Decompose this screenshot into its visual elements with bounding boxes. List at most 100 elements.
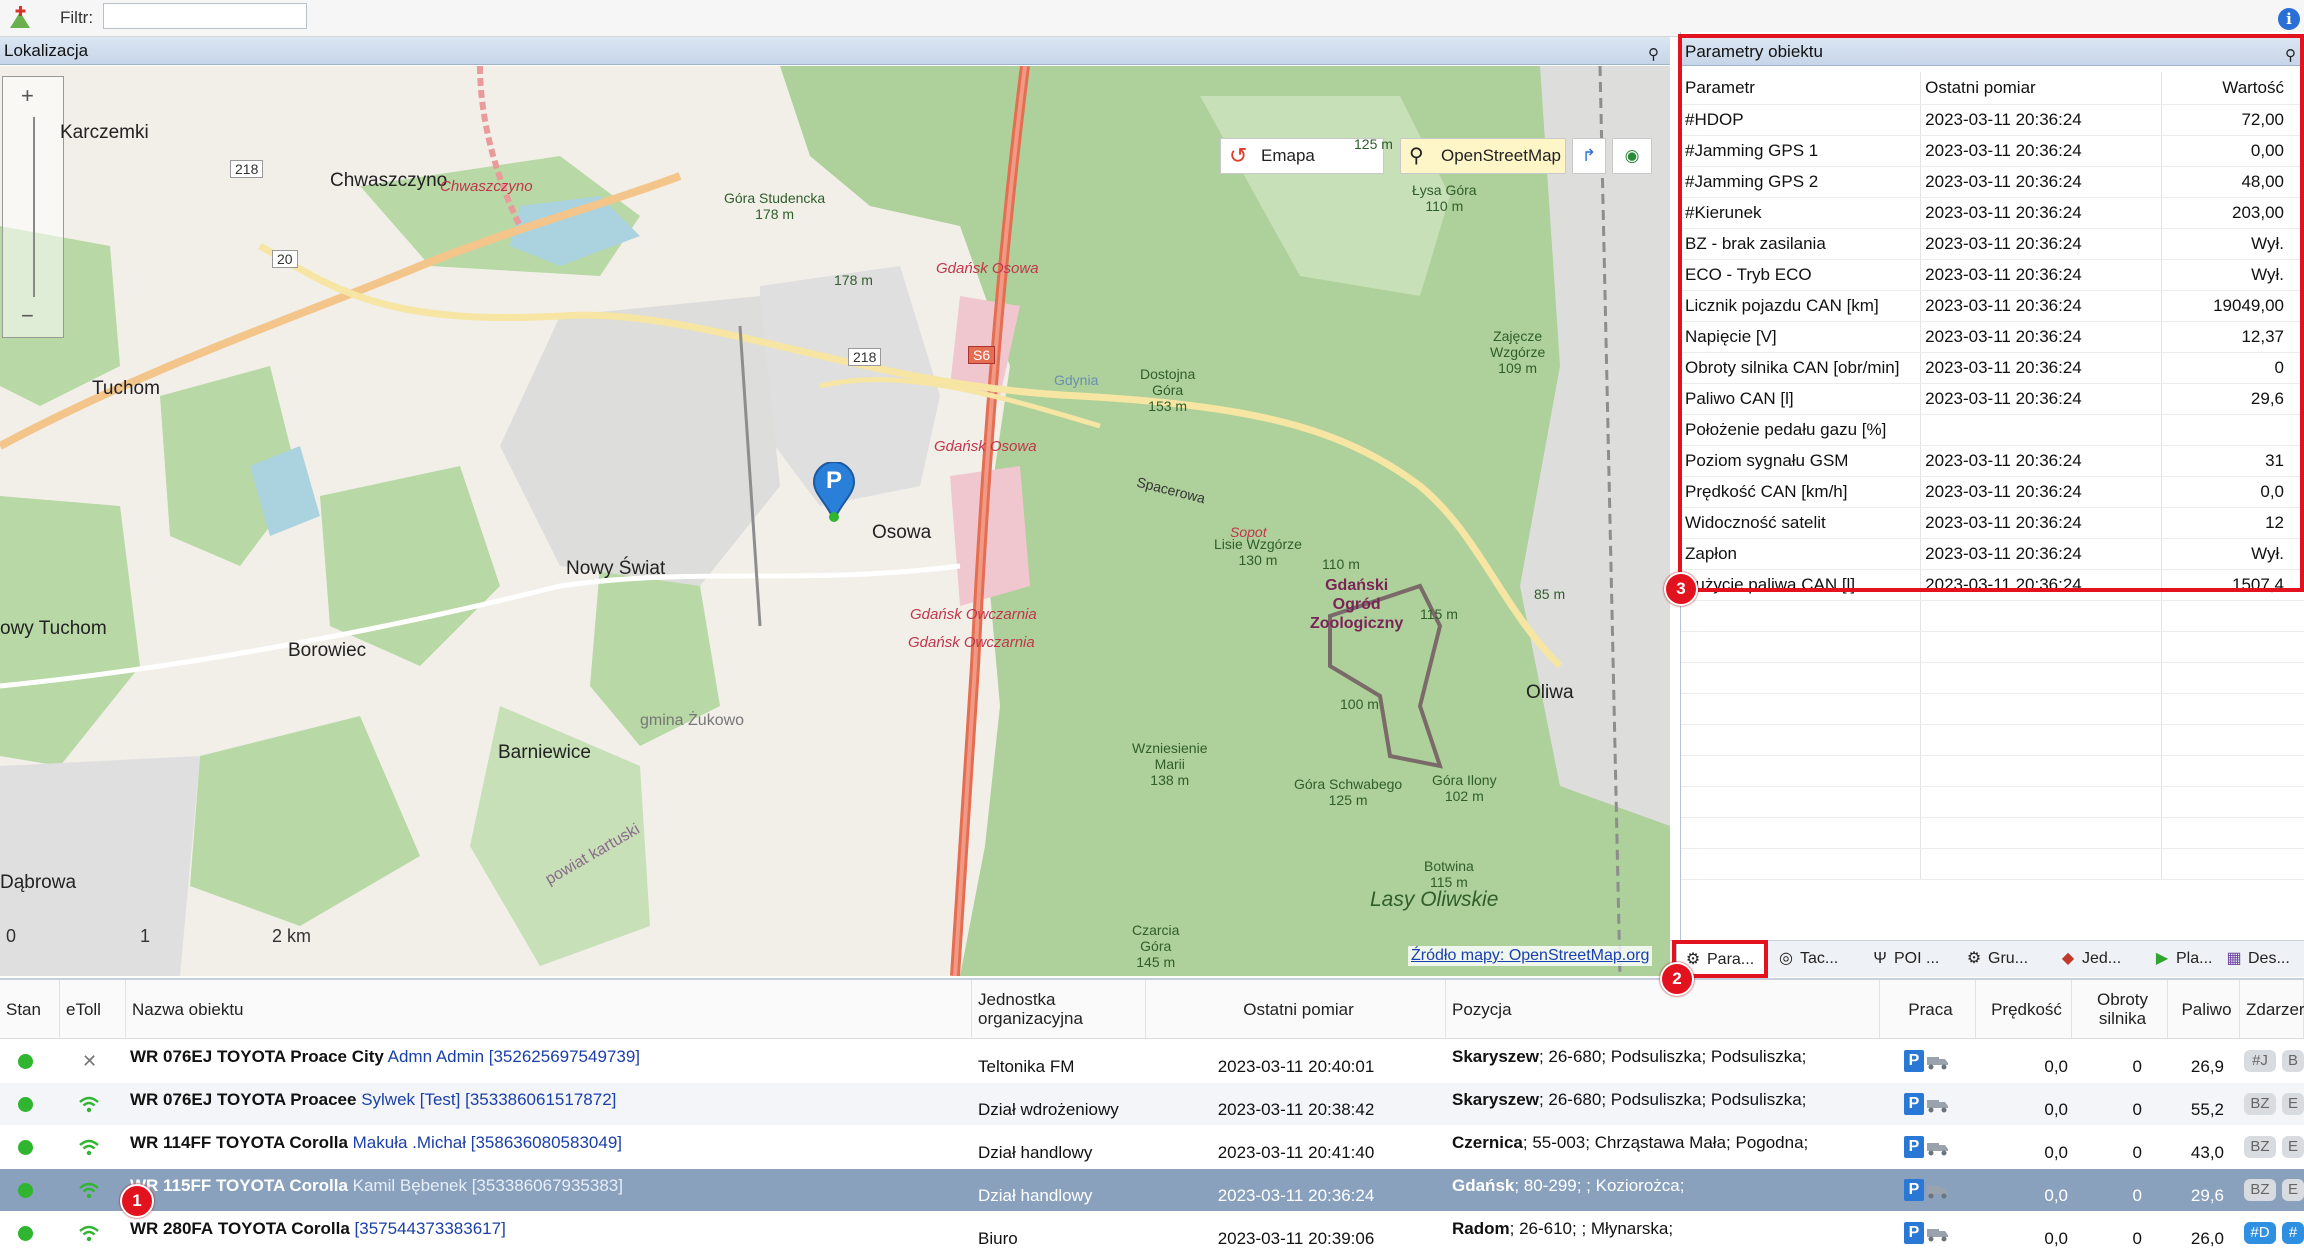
- event-badge[interactable]: #J: [2244, 1050, 2276, 1072]
- wifi-icon: [79, 1096, 99, 1113]
- map-label: Gdańsk Owczarnia: [910, 606, 1037, 623]
- column-header[interactable]: Obroty silnika: [2072, 980, 2168, 1038]
- vehicle-name-cell: WR 114FF TOYOTA Corolla Makuła .Michał […: [130, 1126, 970, 1168]
- column-header[interactable]: Jednostka organizacyjna: [972, 980, 1146, 1038]
- route-button[interactable]: ↱: [1572, 138, 1606, 174]
- vehicle-row[interactable]: ✕ WR 076EJ TOYOTA Proace City Admn Admin …: [0, 1040, 2304, 1082]
- map-panel-header: Lokalizacja ⚲: [0, 37, 1670, 65]
- parking-icon: P: [1904, 1222, 1924, 1244]
- parking-icon: P: [1904, 1136, 1924, 1158]
- empty-row: [1681, 631, 2304, 663]
- column-header[interactable]: Praca: [1880, 980, 1976, 1038]
- parking-icon: P: [1904, 1179, 1924, 1201]
- map-label: 178 m: [834, 272, 873, 288]
- tab-destinations[interactable]: ▦ Des...: [2218, 943, 2304, 975]
- vehicle-fuel: 26,9: [2190, 1057, 2224, 1076]
- vehicle-model: TOYOTA Proacee: [216, 1090, 357, 1109]
- groups-icon: ⚙: [1966, 950, 1982, 967]
- position-address: ; 55-003; Chrząstawa Mała; Pogodna;: [1522, 1133, 1809, 1152]
- tab-tachograph[interactable]: ◎ Tac...: [1770, 943, 1862, 975]
- column-header[interactable]: Nazwa obiektu: [126, 980, 972, 1038]
- tab-groups[interactable]: ⚙ Gru...: [1958, 943, 2050, 975]
- vehicle-row[interactable]: WR 280FA TOYOTA Corolla [357544373383617…: [0, 1212, 2304, 1254]
- column-header[interactable]: Stan: [0, 980, 60, 1038]
- units-icon: ◆: [2061, 950, 2075, 967]
- vehicle-last-reading: 2023-03-11 20:39:06: [1217, 1229, 1375, 1248]
- event-badge[interactable]: E: [2282, 1093, 2304, 1115]
- position-address: ; 80-299; ; Koziorożca;: [1514, 1176, 1685, 1195]
- map-label: Czarcia Góra 145 m: [1132, 922, 1180, 970]
- map-label: Gdański Ogród Zoologiczny: [1310, 577, 1404, 632]
- vehicle-rpm: 0: [2132, 1100, 2142, 1119]
- column-header[interactable]: Ostatni pomiar: [1146, 980, 1446, 1038]
- map-panel-title: Lokalizacja: [4, 41, 89, 60]
- event-badge[interactable]: E: [2282, 1179, 2304, 1201]
- map-attribution-link[interactable]: Źródło mapy: OpenStreetMap.org: [1408, 946, 1653, 966]
- truck-icon: [1927, 1143, 1948, 1156]
- etoll-none-icon: ✕: [82, 1051, 98, 1071]
- zoom-slider[interactable]: [33, 117, 35, 297]
- tab-label: Pla...: [2176, 950, 2213, 967]
- event-badge[interactable]: BZ: [2244, 1093, 2276, 1115]
- tab-label: Jed...: [2082, 950, 2122, 967]
- event-badge[interactable]: E: [2282, 1136, 2304, 1158]
- vehicle-model: TOYOTA Corolla: [215, 1176, 348, 1195]
- truck-icon: [1927, 1057, 1948, 1070]
- tab-poi[interactable]: Ψ POI ...: [1864, 943, 1956, 975]
- map-label: Osowa: [872, 522, 932, 543]
- vehicle-driver: [357544373383617]: [354, 1219, 506, 1238]
- info-icon[interactable]: i: [2278, 8, 2300, 30]
- vehicle-row[interactable]: WR 114FF TOYOTA Corolla Makuła .Michał […: [0, 1126, 2304, 1168]
- tab-units[interactable]: ◆ Jed...: [2052, 943, 2144, 975]
- zoom-in-button[interactable]: +: [21, 83, 34, 109]
- vehicle-row[interactable]: WR 076EJ TOYOTA Proacee Sylwek [Test] [3…: [0, 1083, 2304, 1125]
- vehicle-plate: WR 076EJ: [130, 1047, 213, 1066]
- empty-row: [1681, 786, 2304, 818]
- column-header[interactable]: Zdarzer: [2240, 980, 2304, 1038]
- event-badge[interactable]: #D: [2244, 1222, 2276, 1244]
- position-address: ; 26-610; ; Młynarska;: [1509, 1219, 1674, 1238]
- callout-marker-1: 1: [120, 1184, 154, 1218]
- empty-row: [1681, 600, 2304, 632]
- tab-label: Des...: [2248, 950, 2290, 967]
- position-city: Czernica: [1452, 1133, 1523, 1152]
- event-badge[interactable]: BZ: [2244, 1179, 2276, 1201]
- vehicle-unit: Biuro: [978, 1229, 1018, 1248]
- vehicle-unit: Dział handlowy: [978, 1186, 1093, 1205]
- position-city: Skaryszew: [1452, 1047, 1539, 1066]
- tab-label: Gru...: [1988, 950, 2029, 967]
- map-view[interactable]: + − ↺ Emapa ⚲ OpenStreetMap ↱ ◉ Karczemk…: [0, 66, 1670, 976]
- column-header[interactable]: Prędkość: [1976, 980, 2072, 1038]
- event-badge[interactable]: BZ: [2244, 1136, 2276, 1158]
- osm-button[interactable]: ⚲ OpenStreetMap: [1400, 138, 1566, 174]
- vehicle-driver: Sylwek [Test] [353386061517872]: [361, 1090, 617, 1109]
- vehicle-position: Skaryszew; 26-680; Podsuliszka; Podsulis…: [1452, 1083, 1882, 1125]
- map-label: Gdańsk Owczarnia: [908, 634, 1035, 651]
- empty-row: [1681, 848, 2304, 880]
- vehicle-location-pin[interactable]: P: [812, 461, 856, 523]
- globe-button[interactable]: ◉: [1612, 138, 1652, 174]
- vehicle-last-reading: 2023-03-11 20:41:40: [1217, 1143, 1375, 1162]
- pin-icon[interactable]: ⚲: [1648, 41, 1659, 69]
- map-label: Góra Ilony 102 m: [1432, 772, 1497, 804]
- add-object-icon[interactable]: [6, 4, 34, 32]
- vehicle-row[interactable]: WR 115FF TOYOTA Corolla Kamil Bębenek [3…: [0, 1169, 2304, 1211]
- event-badge[interactable]: #: [2282, 1222, 2304, 1244]
- vehicle-fuel: 55,2: [2190, 1100, 2224, 1119]
- vehicle-driver: Makuła .Michał [358636080583049]: [352, 1133, 623, 1152]
- map-label: Oliwa: [1526, 682, 1574, 703]
- vehicle-rpm: 0: [2132, 1229, 2142, 1248]
- vehicle-plate: WR 076EJ: [130, 1090, 213, 1109]
- position-city: Gdańsk: [1452, 1176, 1515, 1195]
- filter-input[interactable]: [103, 3, 307, 29]
- status-dot-icon: [18, 1183, 33, 1198]
- column-header[interactable]: Paliwo: [2168, 980, 2240, 1038]
- event-badge[interactable]: B: [2282, 1050, 2304, 1072]
- map-label: Zajęcze Wzgórze 109 m: [1490, 328, 1546, 376]
- map-label: Lisie Wzgórze 130 m: [1214, 536, 1302, 568]
- column-header[interactable]: eToll: [60, 980, 126, 1038]
- map-label: Barniewice: [498, 742, 591, 763]
- zoom-out-button[interactable]: −: [21, 303, 34, 329]
- vehicle-position: Czernica; 55-003; Chrząstawa Mała; Pogod…: [1452, 1126, 1882, 1168]
- wifi-icon: [79, 1139, 99, 1156]
